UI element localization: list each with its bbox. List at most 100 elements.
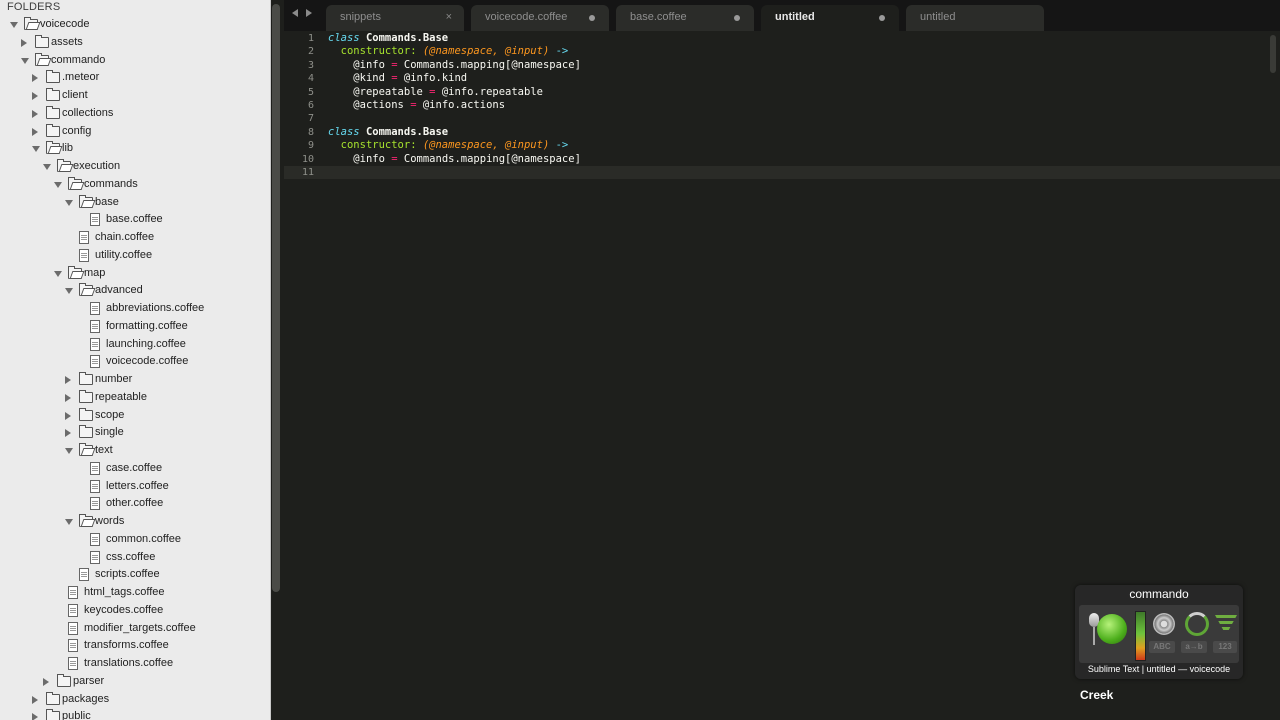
- file-row[interactable]: voicecode.coffee: [0, 353, 268, 370]
- folder-row[interactable]: base: [0, 194, 268, 211]
- code-token: Commands.mapping[@namespace]: [397, 152, 581, 165]
- folder-row[interactable]: .meteor: [0, 69, 268, 86]
- refresh-icon[interactable]: [1185, 612, 1209, 636]
- tab[interactable]: voicecode.coffee: [471, 5, 609, 31]
- tab[interactable]: untitled: [906, 5, 1044, 31]
- disclosure-open-icon[interactable]: [65, 519, 73, 525]
- folder-row[interactable]: config: [0, 123, 268, 140]
- folder-row[interactable]: collections: [0, 105, 268, 122]
- folder-row[interactable]: assets: [0, 34, 268, 51]
- unsaved-dot-icon[interactable]: [734, 15, 740, 21]
- disclosure-open-icon[interactable]: [65, 199, 73, 206]
- file-row[interactable]: html_tags.coffee: [0, 584, 268, 601]
- sidebar-scrollbar[interactable]: [272, 4, 280, 592]
- folder-row[interactable]: public: [0, 708, 268, 720]
- disclosure-open-icon[interactable]: [43, 164, 51, 170]
- code-line[interactable]: @info = Commands.mapping[@namespace]: [328, 153, 581, 166]
- code-line[interactable]: class Commands.Base: [328, 32, 448, 45]
- file-row[interactable]: keycodes.coffee: [0, 602, 268, 619]
- editor-scrollbar[interactable]: [1270, 35, 1276, 73]
- file-row[interactable]: launching.coffee: [0, 336, 268, 353]
- listening-status-icon[interactable]: [1097, 614, 1127, 644]
- folder-row[interactable]: parser: [0, 673, 268, 690]
- disclosure-closed-icon[interactable]: [65, 376, 71, 384]
- folder-icon: [57, 673, 71, 687]
- close-icon[interactable]: ×: [446, 11, 452, 23]
- arrow-badge[interactable]: a→b: [1181, 641, 1207, 653]
- number-badge[interactable]: 123: [1213, 641, 1237, 653]
- file-row[interactable]: scripts.coffee: [0, 566, 268, 583]
- folder-row[interactable]: voicecode: [0, 16, 268, 33]
- disclosure-closed-icon[interactable]: [65, 411, 71, 420]
- tab-scroll-left-icon[interactable]: [292, 9, 298, 17]
- file-row[interactable]: transforms.coffee: [0, 637, 268, 654]
- file-row[interactable]: css.coffee: [0, 549, 268, 566]
- folder-row[interactable]: text: [0, 442, 268, 459]
- folder-row[interactable]: single: [0, 424, 268, 441]
- code-line[interactable]: @actions = @info.actions: [328, 99, 505, 112]
- code-token: Commands.Base: [365, 125, 449, 138]
- tree-item-label: collections: [62, 106, 114, 119]
- file-row[interactable]: letters.coffee: [0, 478, 268, 495]
- disclosure-closed-icon[interactable]: [32, 695, 38, 704]
- tab[interactable]: untitled: [761, 5, 899, 31]
- unsaved-dot-icon[interactable]: [589, 15, 595, 21]
- tab-scroll-right-icon[interactable]: [306, 9, 312, 17]
- code-line[interactable]: @kind = @info.kind: [328, 72, 467, 85]
- tree-item-label: repeatable: [95, 390, 147, 403]
- folder-row[interactable]: lib: [0, 140, 268, 157]
- disclosure-open-icon[interactable]: [10, 22, 18, 28]
- disclosure-closed-icon[interactable]: [32, 92, 38, 100]
- disclosure-closed-icon[interactable]: [43, 677, 49, 686]
- abc-badge[interactable]: ABC: [1149, 641, 1175, 653]
- tree-item-label: commands: [84, 177, 138, 190]
- file-row[interactable]: common.coffee: [0, 531, 268, 548]
- disclosure-open-icon[interactable]: [54, 270, 62, 277]
- disclosure-open-icon[interactable]: [32, 146, 40, 153]
- code-line[interactable]: @info = Commands.mapping[@namespace]: [328, 59, 581, 72]
- folder-row[interactable]: repeatable: [0, 389, 268, 406]
- file-row[interactable]: utility.coffee: [0, 247, 268, 264]
- disclosure-closed-icon[interactable]: [32, 74, 38, 83]
- folder-row[interactable]: words: [0, 513, 268, 530]
- unsaved-dot-icon[interactable]: [879, 15, 885, 21]
- disclosure-open-icon[interactable]: [54, 181, 62, 188]
- file-row[interactable]: formatting.coffee: [0, 318, 268, 335]
- disclosure-closed-icon[interactable]: [21, 38, 27, 47]
- file-row[interactable]: modifier_targets.coffee: [0, 620, 268, 637]
- disclosure-open-icon[interactable]: [65, 448, 73, 454]
- folder-row[interactable]: client: [0, 87, 268, 104]
- gear-icon[interactable]: [1153, 613, 1175, 635]
- disclosure-closed-icon[interactable]: [65, 429, 71, 438]
- file-row[interactable]: base.coffee: [0, 211, 268, 228]
- file-row[interactable]: other.coffee: [0, 495, 268, 512]
- disclosure-closed-icon[interactable]: [32, 713, 38, 720]
- file-row[interactable]: case.coffee: [0, 460, 268, 477]
- file-row[interactable]: chain.coffee: [0, 229, 268, 246]
- tab[interactable]: base.coffee: [616, 5, 754, 31]
- folder-row[interactable]: commando: [0, 52, 268, 69]
- code-line[interactable]: class Commands.Base: [328, 126, 448, 139]
- disclosure-open-icon[interactable]: [65, 288, 73, 295]
- disclosure-closed-icon[interactable]: [65, 393, 71, 402]
- folder-row[interactable]: commands: [0, 176, 268, 193]
- disclosure-open-icon[interactable]: [21, 57, 29, 64]
- folder-row[interactable]: scope: [0, 407, 268, 424]
- file-row[interactable]: abbreviations.coffee: [0, 300, 268, 317]
- file-row[interactable]: translations.coffee: [0, 655, 268, 672]
- code-line[interactable]: constructor: (@namespace, @input) ->: [328, 139, 569, 152]
- tab-label: untitled: [775, 11, 815, 23]
- tab[interactable]: snippets ×: [326, 5, 464, 31]
- filter-icon[interactable]: [1215, 615, 1237, 631]
- folder-row[interactable]: execution: [0, 158, 268, 175]
- folder-row[interactable]: map: [0, 265, 268, 282]
- code-line[interactable]: constructor: (@namespace, @input) ->: [328, 45, 569, 58]
- folder-row[interactable]: packages: [0, 691, 268, 708]
- disclosure-closed-icon[interactable]: [32, 109, 38, 118]
- tree-item-label: translations.coffee: [84, 657, 174, 669]
- current-line-highlight: [284, 166, 1280, 180]
- code-line[interactable]: @repeatable = @info.repeatable: [328, 86, 543, 99]
- folder-row[interactable]: advanced: [0, 282, 268, 299]
- disclosure-closed-icon[interactable]: [32, 127, 38, 136]
- folder-row[interactable]: number: [0, 371, 268, 388]
